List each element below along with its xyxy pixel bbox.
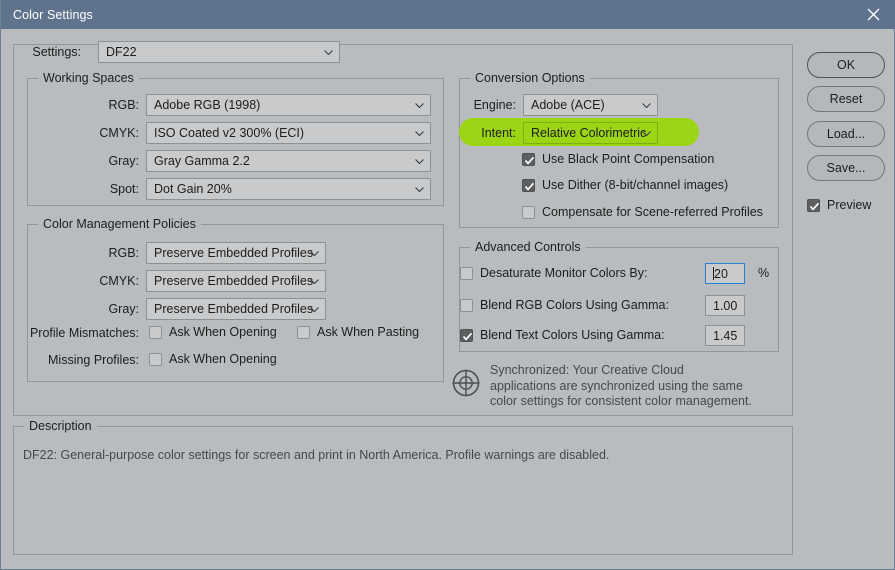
color-settings-dialog: Color Settings Settings: DF22 Working Sp…	[0, 0, 895, 570]
intent-value: Relative Colorimetric	[531, 126, 647, 140]
checkbox-box	[460, 328, 473, 342]
chevron-down-icon	[415, 131, 424, 136]
ws-rgb-select[interactable]: Adobe RGB (1998)	[146, 94, 431, 116]
ws-spot-select[interactable]: Dot Gain 20%	[146, 178, 431, 200]
checkbox-mismatch-ask-when-pasting[interactable]: Ask When Pasting	[297, 325, 419, 339]
chevron-down-icon	[642, 103, 651, 108]
cmp-gray-value: Preserve Embedded Profiles	[154, 302, 314, 316]
checkbox-box	[522, 152, 535, 166]
chevron-down-icon	[310, 251, 319, 256]
ws-cmyk-label: CMYK:	[99, 126, 139, 140]
settings-label: Settings:	[32, 45, 81, 59]
missing-profiles-label: Missing Profiles:	[48, 353, 139, 367]
chevron-down-icon	[642, 131, 651, 136]
cmp-cmyk-value: Preserve Embedded Profiles	[154, 274, 314, 288]
description-legend: Description	[24, 419, 97, 433]
blend-rgb-gamma-value: 1.00	[713, 298, 738, 313]
description-text: DF22: General-purpose color settings for…	[23, 448, 610, 462]
ws-rgb-value: Adobe RGB (1998)	[154, 98, 261, 112]
sync-target-icon	[451, 368, 481, 401]
checkbox-preview[interactable]: Preview	[807, 198, 871, 212]
cmp-legend: Color Management Policies	[38, 217, 201, 231]
ok-button[interactable]: OK	[807, 52, 885, 78]
checkbox-blend-rgb-colors-using-gamma[interactable]: Blend RGB Colors Using Gamma:	[460, 298, 669, 312]
ws-cmyk-value: ISO Coated v2 300% (ECI)	[154, 126, 305, 140]
conversion-options-legend: Conversion Options	[470, 71, 590, 85]
checkbox-box	[460, 298, 473, 312]
engine-select[interactable]: Adobe (ACE)	[523, 94, 658, 116]
checkbox-desaturate-monitor-colors[interactable]: Desaturate Monitor Colors By:	[460, 266, 647, 280]
blend-rgb-gamma-input[interactable]: 1.00	[705, 295, 745, 316]
advanced-controls-legend: Advanced Controls	[470, 240, 586, 254]
cmp-rgb-value: Preserve Embedded Profiles	[154, 246, 314, 260]
intent-select[interactable]: Relative Colorimetric	[523, 122, 658, 144]
ws-gray-label: Gray:	[108, 154, 139, 168]
blend-text-gamma-value: 1.45	[713, 328, 738, 343]
checkbox-box	[149, 352, 162, 366]
reset-button[interactable]: Reset	[807, 86, 885, 112]
sync-message: Synchronized: Your Creative Cloud applic…	[490, 363, 752, 408]
window-title: Color Settings	[13, 7, 93, 22]
chevron-down-icon	[310, 307, 319, 312]
chevron-down-icon	[415, 159, 424, 164]
load-button[interactable]: Load...	[807, 121, 885, 147]
checkbox-label: Blend Text Colors Using Gamma:	[480, 328, 665, 342]
intent-label: Intent:	[481, 126, 516, 140]
checkbox-use-dither[interactable]: Use Dither (8-bit/channel images)	[522, 178, 728, 192]
checkbox-label: Preview	[827, 198, 872, 212]
checkbox-label: Compensate for Scene-referred Profiles	[542, 205, 763, 219]
titlebar: Color Settings	[1, 0, 895, 29]
chevron-down-icon	[415, 103, 424, 108]
cmp-gray-select[interactable]: Preserve Embedded Profiles	[146, 298, 326, 320]
checkbox-box	[297, 325, 310, 339]
chevron-down-icon	[324, 50, 333, 55]
ws-cmyk-select[interactable]: ISO Coated v2 300% (ECI)	[146, 122, 431, 144]
checkbox-box	[149, 325, 162, 339]
checkbox-label: Use Dither (8-bit/channel images)	[542, 178, 729, 192]
checkbox-use-black-point-compensation[interactable]: Use Black Point Compensation	[522, 152, 714, 166]
checkbox-label: Ask When Opening	[169, 325, 277, 339]
settings-select[interactable]: DF22	[98, 41, 340, 63]
engine-label: Engine:	[473, 98, 516, 112]
checkbox-mismatch-ask-when-opening[interactable]: Ask When Opening	[149, 325, 277, 339]
settings-select-value: DF22	[106, 45, 137, 59]
desaturate-value: 20	[714, 266, 728, 281]
ws-spot-label: Spot:	[109, 182, 139, 196]
checkbox-box	[807, 198, 820, 212]
ws-gray-select[interactable]: Gray Gamma 2.2	[146, 150, 431, 172]
checkbox-label: Use Black Point Compensation	[542, 152, 715, 166]
blend-text-gamma-input[interactable]: 1.45	[705, 325, 745, 346]
ws-rgb-label: RGB:	[108, 98, 139, 112]
chevron-down-icon	[415, 187, 424, 192]
working-spaces-legend: Working Spaces	[38, 71, 139, 85]
checkbox-label: Ask When Opening	[169, 352, 277, 366]
cmp-rgb-select[interactable]: Preserve Embedded Profiles	[146, 242, 326, 264]
cmp-rgb-label: RGB:	[108, 246, 139, 260]
checkbox-box	[522, 178, 535, 192]
save-button[interactable]: Save...	[807, 155, 885, 181]
checkbox-box	[460, 266, 473, 280]
checkbox-compensate-scene-referred-profiles[interactable]: Compensate for Scene-referred Profiles	[522, 205, 763, 219]
checkbox-blend-text-colors-using-gamma[interactable]: Blend Text Colors Using Gamma:	[460, 328, 665, 342]
engine-value: Adobe (ACE)	[531, 98, 605, 112]
checkbox-label: Desaturate Monitor Colors By:	[480, 266, 648, 280]
chevron-down-icon	[310, 279, 319, 284]
cmp-cmyk-select[interactable]: Preserve Embedded Profiles	[146, 270, 326, 292]
desaturate-value-input[interactable]: 20	[705, 263, 745, 284]
close-icon[interactable]	[850, 0, 895, 29]
cmp-cmyk-label: CMYK:	[99, 274, 139, 288]
checkbox-box	[522, 205, 535, 219]
cmp-gray-label: Gray:	[108, 302, 139, 316]
checkbox-missing-ask-when-opening[interactable]: Ask When Opening	[149, 352, 277, 366]
ws-gray-value: Gray Gamma 2.2	[154, 154, 250, 168]
checkbox-label: Blend RGB Colors Using Gamma:	[480, 298, 669, 312]
profile-mismatches-label: Profile Mismatches:	[29, 326, 139, 340]
percent-label: %	[758, 266, 770, 280]
checkbox-label: Ask When Pasting	[317, 325, 420, 339]
description-groupbox: Description	[13, 419, 793, 555]
ws-spot-value: Dot Gain 20%	[154, 182, 232, 196]
